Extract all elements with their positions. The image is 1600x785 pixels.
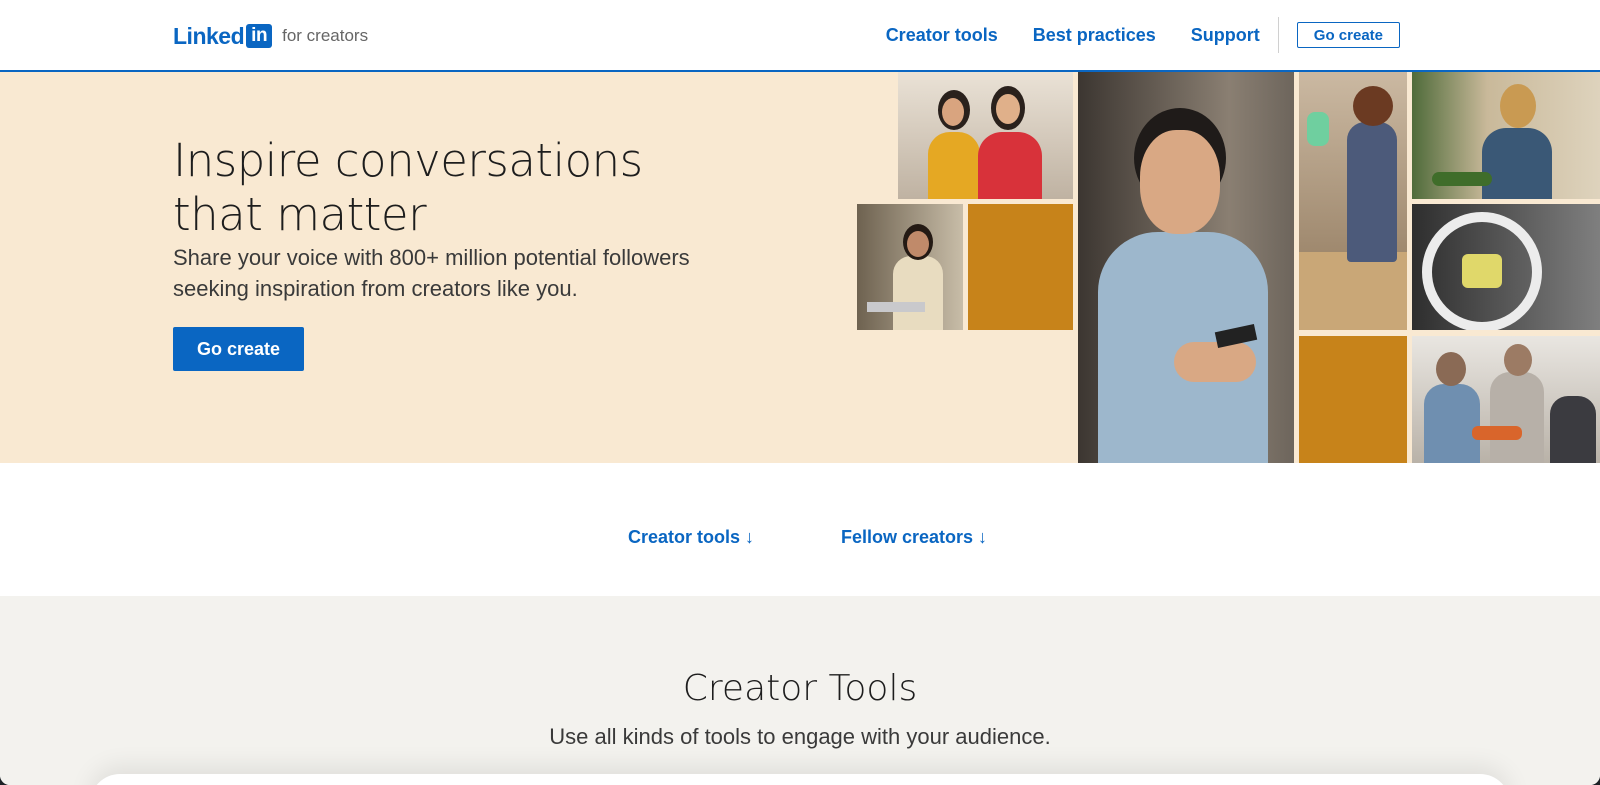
mustard-block-2 [1299,336,1407,463]
photo-man-phone [1078,72,1294,463]
photo-woman-laptop [857,204,963,330]
nav-divider [1277,17,1279,53]
card-edge [90,774,1510,785]
nav-support[interactable]: Support [1191,25,1260,46]
photo-women-selfie [898,72,1073,199]
hero-go-create-button[interactable]: Go create [173,327,304,371]
site-header: Linked in for creators Creator tools Bes… [0,0,1600,72]
header-go-create-button[interactable]: Go create [1296,22,1400,48]
logo-in-box: in [246,24,273,48]
nav-creator-tools[interactable]: Creator tools [886,25,998,46]
section-subtitle: Use all kinds of tools to engage with yo… [549,724,1051,749]
hero-section: Inspire conversations that matter Share … [0,72,1600,463]
nav-best-practices[interactable]: Best practices [1033,25,1156,46]
mustard-block-1 [968,204,1073,330]
logo-subtitle: for creators [282,26,369,45]
photo-ring-light [1412,204,1600,330]
quick-link-fellow-creators[interactable]: Fellow creators ↓ [841,527,987,548]
photo-people-crafting [1412,336,1600,463]
photo-woman-garden [1412,72,1600,199]
section-title: Creator Tools [682,668,918,709]
logo-wordmark: Linked [173,22,245,49]
creator-tools-section: Creator Tools Use all kinds of tools to … [0,596,1600,785]
photo-woman-workshop [1299,72,1407,330]
hero-title: Inspire conversations that matter [173,134,643,241]
quick-link-creator-tools[interactable]: Creator tools ↓ [628,527,754,548]
page: Linked in for creators Creator tools Bes… [0,0,1600,785]
hero-subtitle: Share your voice with 800+ million poten… [173,245,690,301]
linkedin-logo[interactable]: Linked in for creators [173,23,368,49]
top-nav: Creator tools Best practices Support Go … [851,0,1400,70]
quick-links: Creator tools ↓ Fellow creators ↓ [0,463,1600,596]
